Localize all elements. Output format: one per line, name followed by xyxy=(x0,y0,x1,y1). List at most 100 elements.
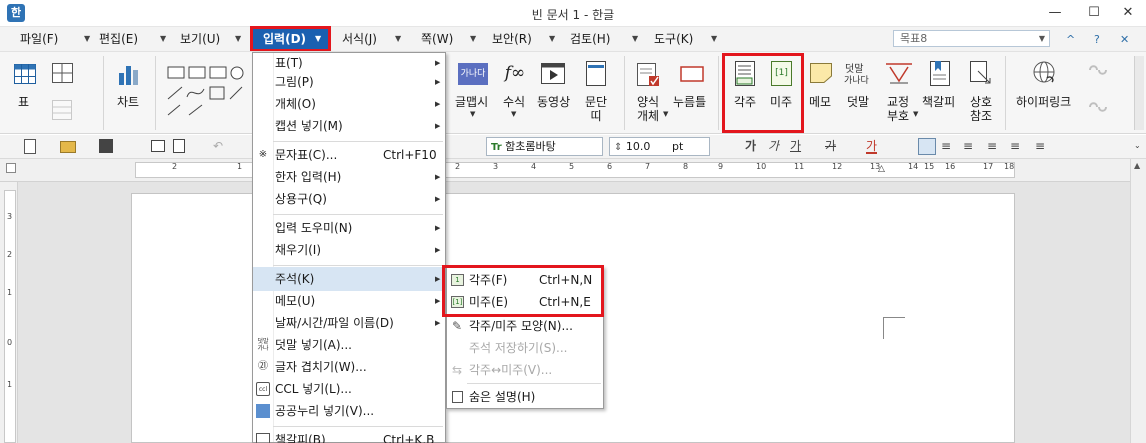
crossref-icon[interactable] xyxy=(970,61,992,86)
ribbon-scroll[interactable] xyxy=(1134,56,1144,130)
ribbon-overlay-label[interactable]: 덧말 xyxy=(847,95,869,109)
ribbon-press-label[interactable]: 누름틀 xyxy=(673,95,706,109)
menu-item-special-char[interactable]: ※ 문자표(C)... Ctrl+F10 xyxy=(253,144,445,166)
menu-item-overlap-chars[interactable]: ㉑ 글자 겹치기(W)... xyxy=(253,356,445,378)
vertical-ruler-scale[interactable] xyxy=(4,190,16,443)
menu-item-annotation[interactable]: 주석(K) ▶ xyxy=(253,268,445,290)
menu-item-memo[interactable]: 메모(U) ▶ xyxy=(253,290,445,312)
align-justify-button[interactable] xyxy=(918,138,936,155)
font-size-select[interactable]: ⇕ 10.0 pt xyxy=(609,137,710,156)
menu-view-arrow[interactable]: ▼ xyxy=(235,30,241,48)
underline-button[interactable]: 가 xyxy=(790,138,801,154)
chevron-down-icon[interactable]: ▼ xyxy=(913,110,918,118)
menu-review-arrow[interactable]: ▼ xyxy=(632,30,638,48)
ribbon-table-label[interactable]: 표 xyxy=(18,95,29,109)
ribbon-glyph-label[interactable]: 글맵시 xyxy=(455,95,488,109)
close-button[interactable]: ✕ xyxy=(1118,3,1138,23)
ribbon-proof-label[interactable]: 교정 부호 xyxy=(887,95,909,123)
ribbon-video-label[interactable]: 동영상 xyxy=(537,95,570,109)
menu-page-arrow[interactable]: ▼ xyxy=(470,30,476,48)
table-icon[interactable] xyxy=(14,64,36,84)
preview-icon[interactable] xyxy=(173,139,185,153)
menu-input-arrow[interactable]: ▼ xyxy=(315,31,321,47)
ribbon-formula-label[interactable]: 수식 xyxy=(503,95,525,109)
align-distribute-button[interactable]: ≡ xyxy=(1010,138,1020,154)
hyperlink-icon[interactable] xyxy=(1033,61,1057,85)
paragraph-band-icon[interactable] xyxy=(586,61,606,86)
ribbon-chart-label[interactable]: 차트 xyxy=(117,95,139,109)
menu-item-caption[interactable]: 캡션 넣기(M) ▶ xyxy=(253,115,445,137)
bookmark-icon[interactable] xyxy=(930,61,950,86)
proofreading-icon[interactable] xyxy=(886,61,912,85)
formula-icon[interactable]: f∞ xyxy=(502,61,528,85)
font-color-button[interactable]: 가 xyxy=(866,138,878,154)
menu-item-input-helper[interactable]: 입력 도우미(N) ▶ xyxy=(253,217,445,239)
toolbar-expand-icon[interactable]: ⌄ xyxy=(1134,138,1141,154)
submenu-item-note-shape[interactable]: ✎ 각주/미주 모양(N)... xyxy=(447,315,603,337)
menu-item-hanja[interactable]: 한자 입력(H) ▶ xyxy=(253,166,445,188)
new-document-icon[interactable] xyxy=(24,139,36,154)
submenu-item-hidden-comment[interactable]: 숨은 설명(H) xyxy=(447,386,603,408)
maximize-button[interactable]: ☐ xyxy=(1084,3,1104,23)
menu-input[interactable]: 입력(D) ▼ xyxy=(250,26,331,52)
ribbon-hyperlink-label[interactable]: 하이퍼링크 xyxy=(1016,95,1071,109)
minimize-button[interactable]: — xyxy=(1045,3,1065,23)
scroll-up-icon[interactable]: ▲ xyxy=(1134,161,1140,170)
font-select[interactable]: Tr 함초롬바탕 xyxy=(486,137,603,156)
menu-edit[interactable]: 편집(E) xyxy=(99,30,138,48)
menu-item-public-license[interactable]: 공공누리 넣기(V)... xyxy=(253,400,445,422)
print-icon[interactable] xyxy=(151,140,165,152)
vertical-scrollbar[interactable]: ▲ xyxy=(1130,159,1146,443)
save-icon[interactable] xyxy=(99,139,113,153)
close-doc-icon[interactable]: ✕ xyxy=(1120,33,1129,46)
chevron-down-icon[interactable]: ▼ xyxy=(663,110,668,118)
undo-icon[interactable]: ↶ xyxy=(213,138,223,154)
bold-button[interactable]: 가 xyxy=(745,138,756,154)
ribbon-crossref-label[interactable]: 상호 참조 xyxy=(970,95,992,123)
ribbon-paragraph-label[interactable]: 문단 띠 xyxy=(585,95,607,123)
menu-page[interactable]: 쪽(W) xyxy=(421,30,453,48)
italic-button[interactable]: 가 xyxy=(768,138,779,154)
table-edit-icon[interactable] xyxy=(52,63,74,83)
menu-tools-arrow[interactable]: ▼ xyxy=(711,30,717,48)
chevron-down-icon[interactable]: ▼ xyxy=(470,110,475,118)
overlay-icon-bottom[interactable]: 가나다 xyxy=(844,73,869,86)
memo-icon[interactable] xyxy=(810,63,832,83)
press-field-icon[interactable] xyxy=(680,65,704,83)
menu-edit-arrow[interactable]: ▼ xyxy=(160,30,166,48)
chevron-down-icon[interactable]: ▼ xyxy=(511,110,516,118)
menu-format[interactable]: 서식(J) xyxy=(342,30,377,48)
ribbon-memo-label[interactable]: 메모 xyxy=(809,95,831,109)
menu-item-ccl[interactable]: ccl CCL 넣기(L)... xyxy=(253,378,445,400)
menu-security-arrow[interactable]: ▼ xyxy=(549,30,555,48)
menu-item-bookmark[interactable]: 책갈피(B) Ctrl+K,B xyxy=(253,429,445,443)
menu-format-arrow[interactable]: ▼ xyxy=(395,30,401,48)
menu-item-date-time[interactable]: 날짜/시간/파일 이름(D) ▶ xyxy=(253,312,445,334)
align-left-button[interactable]: ≡ xyxy=(941,138,951,154)
menu-view[interactable]: 보기(U) xyxy=(180,30,220,48)
tab-stop-marker[interactable]: △ xyxy=(878,164,885,174)
shapes-gallery[interactable] xyxy=(166,65,252,121)
menu-item-object[interactable]: 개체(O) ▶ xyxy=(253,93,445,115)
collapse-ribbon-icon[interactable]: ^ xyxy=(1066,33,1075,46)
menu-item-autotext[interactable]: 상용구(Q) ▶ xyxy=(253,188,445,210)
strike-button[interactable]: 가 xyxy=(825,138,836,154)
align-center-button[interactable]: ≡ xyxy=(963,138,973,154)
glyph-art-icon[interactable]: 가나다 xyxy=(458,63,488,85)
video-icon[interactable] xyxy=(541,63,565,84)
menu-item-overlay-text[interactable]: 덧말 가나 덧말 넣기(A)... xyxy=(253,334,445,356)
menu-review[interactable]: 검토(H) xyxy=(570,30,610,48)
ruler-corner[interactable] xyxy=(6,163,16,173)
form-object-icon[interactable] xyxy=(637,63,661,87)
ribbon-form-label[interactable]: 양식 개체 xyxy=(637,95,659,123)
chevron-down-icon[interactable]: ▼ xyxy=(1039,31,1045,46)
ribbon-bookmark-label[interactable]: 책갈피 xyxy=(922,95,955,109)
help-icon[interactable]: ? xyxy=(1094,33,1100,46)
menu-security[interactable]: 보안(R) xyxy=(492,30,532,48)
menu-item-fill[interactable]: 채우기(I) ▶ xyxy=(253,239,445,261)
open-folder-icon[interactable] xyxy=(60,141,76,153)
style-select[interactable]: 목표8 ▼ xyxy=(893,30,1050,47)
menu-file-arrow[interactable]: ▼ xyxy=(84,30,90,48)
menu-tools[interactable]: 도구(K) xyxy=(654,30,693,48)
align-right-button[interactable]: ≡ xyxy=(987,138,997,154)
